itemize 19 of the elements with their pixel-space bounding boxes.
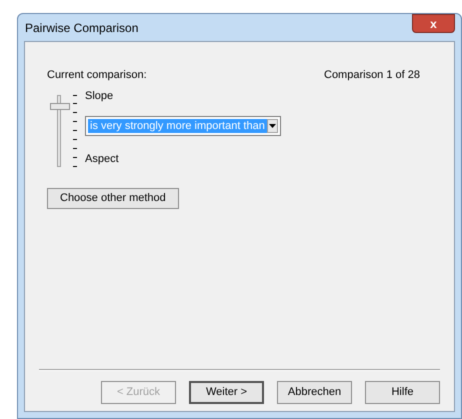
tick-mark [73,130,77,131]
tick-mark [73,94,77,96]
current-comparison-label: Current comparison: [47,68,147,83]
tick-mark [73,103,77,104]
tick-mark [73,121,77,122]
tick-mark [73,138,77,140]
comparison-counter: Comparison 1 of 28 [324,68,420,83]
dialog-button[interactable]: Hilfe [365,381,440,404]
top-criterion: Slope [85,88,114,104]
tick-mark [73,112,77,114]
window-title: Pairwise Comparison [24,20,138,36]
close-button[interactable]: x [412,14,455,33]
slider-thumb[interactable] [50,102,70,110]
dialog-button[interactable]: Weiter > [189,381,264,404]
choose-method-button[interactable]: Choose other method [47,188,179,208]
dialog-button[interactable]: Abbrechen [277,381,352,404]
tick-mark [73,148,77,149]
tick-mark [73,156,77,158]
bottom-criterion: Aspect [85,152,120,167]
